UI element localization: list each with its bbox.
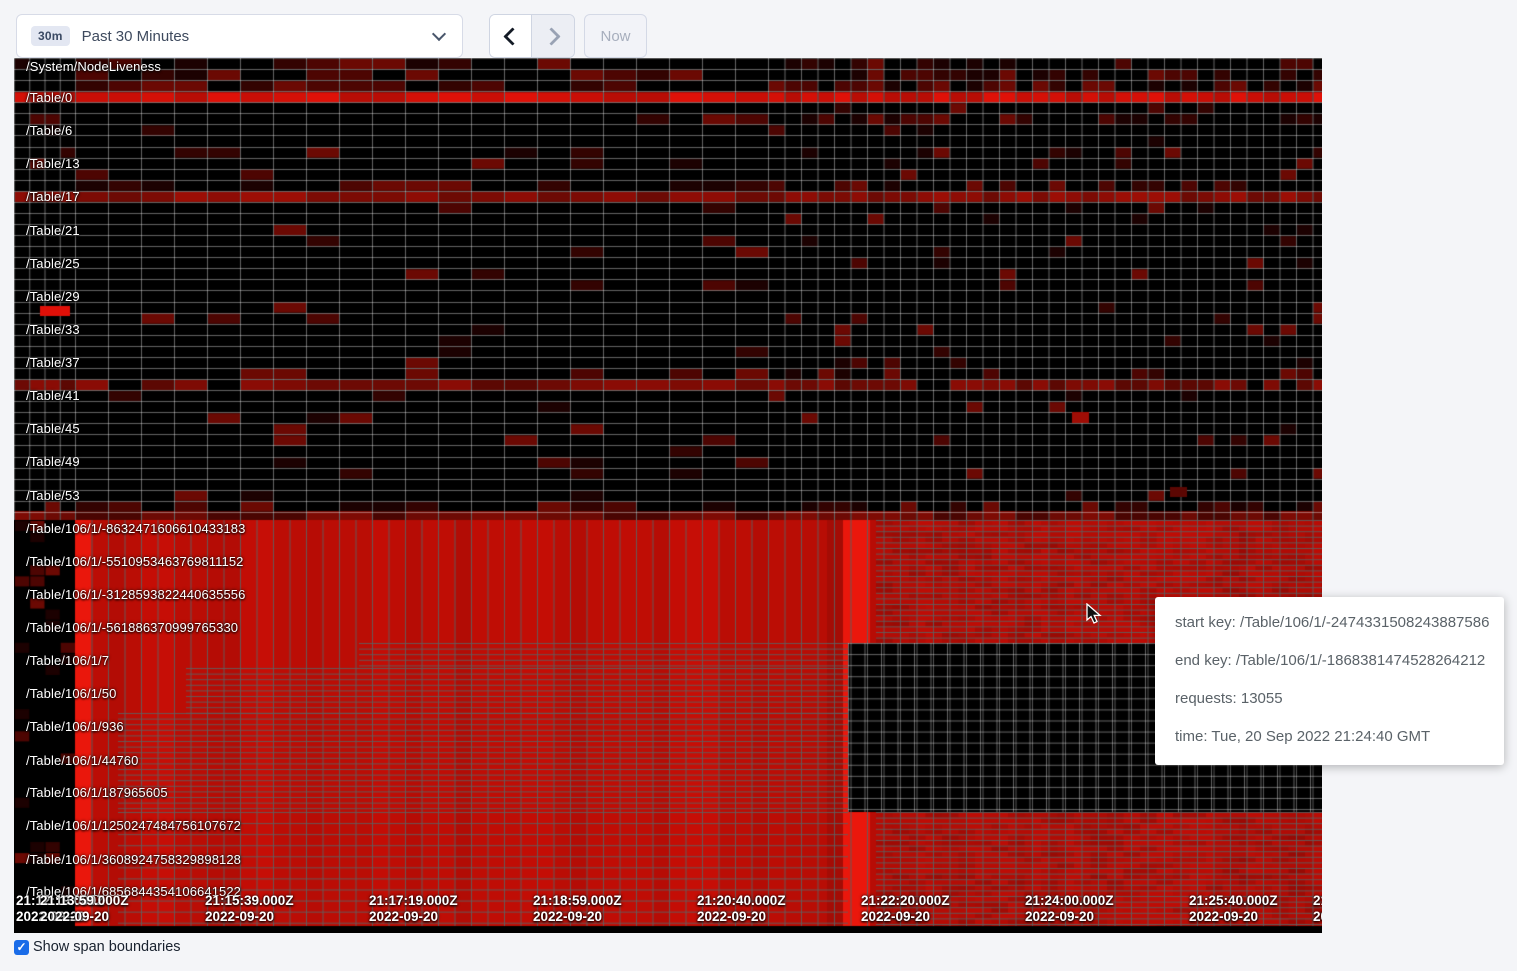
key-range-label: /Table/106/1/1250247484756107672 [26, 818, 241, 833]
key-visualizer-chart: /System/NodeLiveness/Table/0/Table/6/Tab… [14, 58, 1322, 933]
key-range-label: /Table/106/1/-3128593822440635556 [26, 587, 245, 602]
date-tick-label: 2022-09-20 [533, 909, 602, 924]
key-range-label: /Table/106/1/7 [26, 653, 109, 668]
time-tick-label: 21:20:40.000Z [697, 893, 786, 908]
key-range-label: /Table/53 [26, 488, 80, 503]
time-tick-label: 21:13:59.000Z [40, 893, 129, 908]
options-row: ✓ Show span boundaries [14, 939, 181, 955]
key-range-label: /Table/0 [26, 90, 72, 105]
key-range-label: /Table/6 [26, 123, 72, 138]
key-range-label: /Table/29 [26, 289, 80, 304]
key-range-label: /Table/45 [26, 421, 80, 436]
tooltip-start-key: start key: /Table/106/1/-247433150824388… [1175, 614, 1504, 631]
key-range-label: /Table/25 [26, 256, 80, 271]
date-tick-label: 2022-09-20 [861, 909, 930, 924]
time-window-label: Past 30 Minutes [82, 28, 190, 45]
toolbar: 30m Past 30 Minutes Now [0, 0, 1517, 58]
time-tick-label: 21:15:39.000Z [205, 893, 294, 908]
time-window-dropdown[interactable]: 30m Past 30 Minutes [16, 14, 463, 58]
time-tick-label: 21:22:20.000Z [861, 893, 950, 908]
time-tick-label: 21:27:20.000Z [1313, 893, 1322, 908]
key-range-label: /Table/106/1/50 [26, 686, 116, 701]
date-tick-label: 2022-09-20 [1025, 909, 1094, 924]
tooltip-requests: requests: 13055 [1175, 690, 1504, 707]
key-range-label: /Table/33 [26, 322, 80, 337]
key-range-label: /Table/106/1/936 [26, 719, 124, 734]
key-range-label: /Table/106/1/44760 [26, 753, 138, 768]
key-range-label: /Table/17 [26, 189, 80, 204]
key-range-label: /Table/106/1/-5510953463769811152 [26, 554, 244, 569]
key-range-label: /System/NodeLiveness [26, 59, 161, 74]
time-tick-label: 21:24:00.000Z [1025, 893, 1114, 908]
time-tick-label: 21:17:19.000Z [369, 893, 458, 908]
time-nav-group [489, 14, 575, 58]
key-range-label: /Table/106/1/187965605 [26, 785, 168, 800]
prev-time-button[interactable] [490, 15, 532, 57]
heatmap-canvas[interactable] [14, 58, 1322, 933]
key-range-label: /Table/106/1/3608924758329898128 [26, 852, 241, 867]
now-button[interactable]: Now [584, 14, 647, 58]
show-span-boundaries-checkbox[interactable]: ✓ [14, 940, 29, 955]
key-range-label: /Table/106/1/-8632471606610433183 [26, 521, 245, 536]
span-tooltip: start key: /Table/106/1/-247433150824388… [1155, 597, 1504, 765]
date-tick-label: 2022-09-20 [1189, 909, 1258, 924]
date-tick-label: 2022-09-20 [1313, 909, 1322, 924]
key-range-label: /Table/106/1/-561886370999765330 [26, 620, 238, 635]
key-range-label: /Table/37 [26, 355, 80, 370]
key-range-label: /Table/49 [26, 454, 80, 469]
time-tick-label: 21:25:40.000Z [1189, 893, 1278, 908]
key-range-label: /Table/41 [26, 388, 80, 403]
chevron-left-icon [503, 27, 521, 45]
time-tick-label: 21:18:59.000Z [533, 893, 622, 908]
date-tick-label: 2022-09-20 [40, 909, 109, 924]
check-icon: ✓ [16, 940, 26, 955]
show-span-boundaries-label: Show span boundaries [33, 939, 181, 955]
mouse-cursor-icon [1083, 603, 1105, 625]
chevron-down-icon [432, 27, 446, 41]
date-tick-label: 2022-09-20 [369, 909, 438, 924]
next-time-button[interactable] [532, 15, 574, 57]
date-tick-label: 2022-09-20 [697, 909, 766, 924]
key-visualizer-page: 30m Past 30 Minutes Now /System/NodeLive… [0, 0, 1517, 971]
chevron-right-icon [542, 27, 560, 45]
date-tick-label: 2022-09-20 [205, 909, 274, 924]
tooltip-end-key: end key: /Table/106/1/-18683814745282642… [1175, 652, 1504, 669]
time-window-badge: 30m [31, 26, 70, 46]
tooltip-time: time: Tue, 20 Sep 2022 21:24:40 GMT [1175, 728, 1504, 745]
key-range-label: /Table/13 [26, 156, 80, 171]
key-range-label: /Table/21 [26, 223, 80, 238]
